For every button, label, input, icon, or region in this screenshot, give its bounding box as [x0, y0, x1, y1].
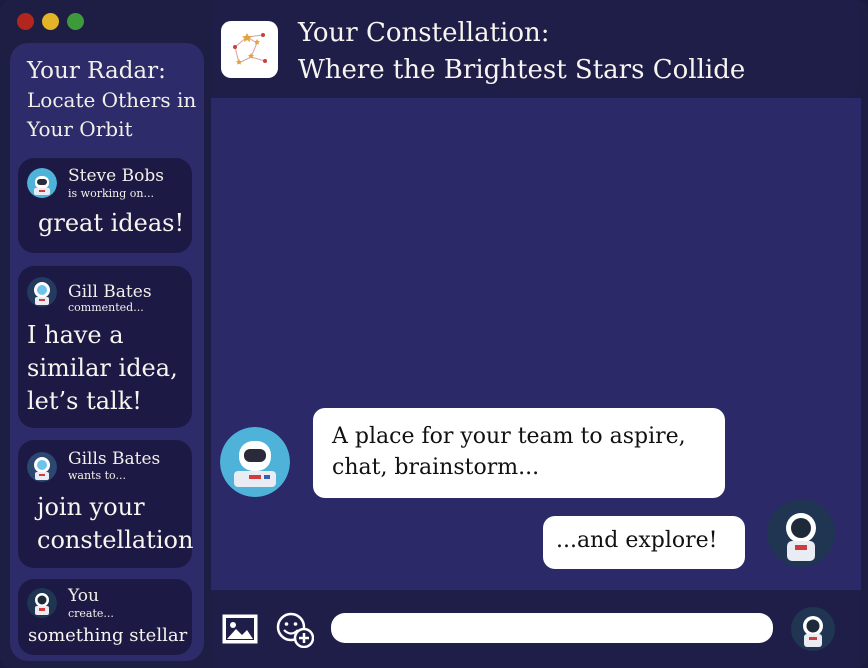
chat-area: A place for your team to aspire, chat, b… [211, 98, 861, 590]
astronaut-avatar-icon [27, 277, 57, 307]
maximize-button[interactable] [67, 13, 84, 30]
card-user-action: commented... [68, 301, 144, 314]
minimize-button[interactable] [42, 13, 59, 30]
constellation-logo[interactable] [221, 21, 278, 78]
card-user-name: Gills Bates [68, 449, 161, 469]
message-input[interactable] [331, 613, 773, 643]
sidebar-title-line: Locate Others in [27, 88, 197, 112]
message-composer [211, 590, 861, 668]
close-button[interactable] [17, 13, 34, 30]
card-user-name: You [68, 586, 99, 606]
chat-message-received: A place for your team to aspire, chat, b… [313, 408, 725, 498]
astronaut-avatar-icon [220, 427, 290, 497]
radar-card-steve-bobs[interactable]: Steve Bobs is working on... great ideas! [18, 158, 192, 253]
message-line: chat, brainstorm... [332, 455, 540, 480]
astronaut-avatar-icon [767, 499, 835, 567]
card-message: something stellar [28, 625, 188, 646]
app-window: Your Radar: Locate Others in Your Orbit … [0, 0, 868, 668]
message-line: ...and explore! [556, 528, 718, 553]
image-icon[interactable] [222, 614, 258, 644]
card-user-action: create... [68, 607, 114, 620]
astronaut-avatar-icon [27, 588, 57, 618]
title-line: Your Constellation: [298, 18, 550, 48]
constellation-logo-icon [233, 33, 267, 65]
user-avatar-icon[interactable] [791, 607, 835, 651]
astronaut-avatar-icon [27, 452, 57, 482]
chat-message-sent: ...and explore! [543, 516, 745, 569]
card-message: great ideas! [38, 209, 185, 237]
title-line: Where the Brightest Stars Collide [298, 55, 746, 85]
card-message: let’s talk! [27, 387, 142, 415]
astronaut-avatar-icon [27, 168, 57, 198]
card-user-name: Gill Bates [68, 282, 152, 302]
sidebar-title-line: Your Orbit [27, 117, 133, 141]
card-user-action: is working on... [68, 187, 154, 200]
sidebar-title: Your Radar: Locate Others in Your Orbit [27, 57, 205, 144]
message-line: A place for your team to aspire, [332, 424, 686, 449]
card-user-action: wants to... [68, 469, 126, 482]
card-message: I have a [27, 321, 124, 349]
card-message: similar idea, [27, 354, 178, 382]
card-message: join your [37, 493, 145, 521]
radar-sidebar: Your Radar: Locate Others in Your Orbit … [10, 43, 204, 661]
window-controls [17, 13, 84, 30]
radar-card-gill-bates[interactable]: Gill Bates commented... I have a similar… [18, 266, 192, 428]
card-user-name: Steve Bobs [68, 166, 164, 186]
sidebar-title-line: Your Radar: [27, 58, 166, 84]
add-emoji-icon[interactable] [276, 612, 314, 648]
card-message: constellation [37, 526, 194, 554]
page-title: Your Constellation: Where the Brightest … [298, 15, 745, 89]
radar-card-you[interactable]: You create... something stellar [18, 579, 192, 655]
channel-header: Your Constellation: Where the Brightest … [211, 0, 861, 98]
radar-card-gills-bates[interactable]: Gills Bates wants to... join your conste… [18, 440, 194, 568]
